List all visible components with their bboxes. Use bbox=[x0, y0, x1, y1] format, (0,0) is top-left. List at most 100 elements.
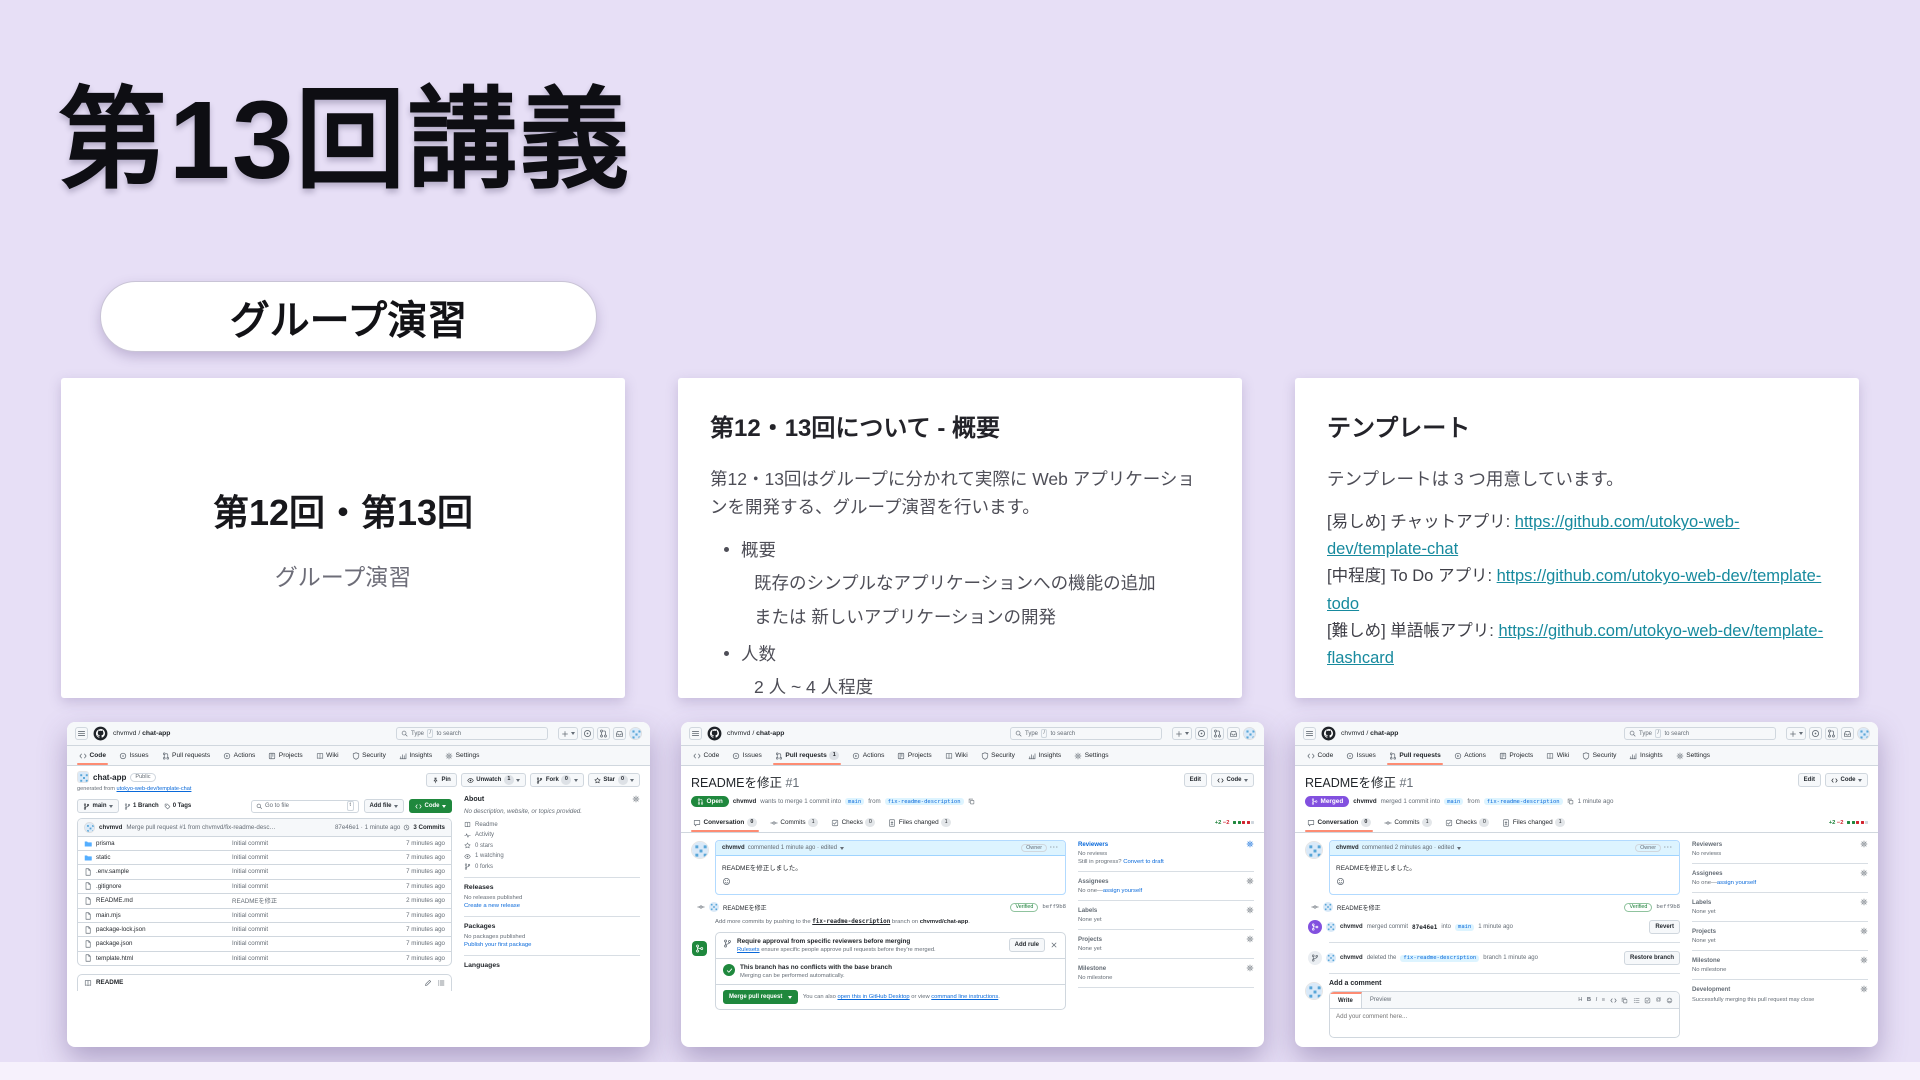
gear-icon[interactable] bbox=[1860, 898, 1868, 906]
commit-entry-hash[interactable]: beff9b8 bbox=[1656, 904, 1680, 910]
italic-icon[interactable]: I bbox=[1596, 997, 1598, 1003]
file-link[interactable]: package.json bbox=[84, 940, 232, 948]
releases-title[interactable]: Releases bbox=[464, 884, 640, 891]
file-link[interactable]: prisma bbox=[84, 840, 232, 848]
search-input[interactable]: Type / to search bbox=[1624, 727, 1776, 740]
tab-actions[interactable]: Actions bbox=[221, 746, 257, 765]
fork-button[interactable]: Fork0 bbox=[530, 773, 584, 787]
tab-checks[interactable]: Checks0 bbox=[1443, 813, 1491, 832]
file-link[interactable]: template.html bbox=[84, 954, 232, 962]
create-new-button[interactable] bbox=[1172, 727, 1192, 740]
tab-conversation[interactable]: Conversation0 bbox=[1305, 813, 1373, 832]
search-input[interactable]: Type / to search bbox=[396, 727, 548, 740]
about-activity-link[interactable]: Activity bbox=[464, 832, 640, 839]
rulesets-link[interactable]: Rulesets bbox=[737, 947, 760, 953]
about-forks-link[interactable]: 0 forks bbox=[464, 863, 640, 870]
gear-icon[interactable] bbox=[1860, 840, 1868, 848]
commit-message[interactable]: Merge pull request #1 from chvmvd/fix-re… bbox=[126, 824, 276, 831]
link-icon[interactable] bbox=[1621, 997, 1628, 1004]
inbox-button[interactable] bbox=[1227, 727, 1240, 740]
pr-author[interactable]: chvmvd bbox=[1353, 798, 1376, 805]
pull-requests-dashboard-button[interactable] bbox=[1211, 727, 1224, 740]
github-desktop-link[interactable]: open this in GitHub Desktop bbox=[837, 994, 909, 1000]
file-commit-message[interactable]: Initial commit bbox=[232, 840, 383, 847]
bold-icon[interactable]: B bbox=[1587, 997, 1591, 1003]
close-icon[interactable] bbox=[1050, 941, 1058, 949]
commit-entry-message[interactable]: READMEを修正 bbox=[723, 903, 767, 912]
gear-icon[interactable] bbox=[1860, 927, 1868, 935]
gear-icon[interactable] bbox=[1860, 985, 1868, 993]
breadcrumb[interactable]: chvmvd / chat-app bbox=[113, 730, 170, 737]
edit-button[interactable]: Edit bbox=[1184, 773, 1207, 787]
file-commit-message[interactable]: Initial commit bbox=[232, 868, 383, 875]
assign-yourself-link[interactable]: assign yourself bbox=[1717, 880, 1756, 886]
pull-requests-dashboard-button[interactable] bbox=[1825, 727, 1838, 740]
hamburger-button[interactable] bbox=[1303, 727, 1316, 740]
repo-name[interactable]: chat-app bbox=[93, 773, 126, 782]
tab-code[interactable]: Code bbox=[77, 746, 108, 765]
code-button[interactable]: Code bbox=[1211, 773, 1254, 787]
restore-branch-button[interactable]: Restore branch bbox=[1624, 951, 1680, 965]
tab-insights[interactable]: Insights bbox=[1627, 746, 1664, 765]
branches-count[interactable]: 1 Branch bbox=[124, 803, 159, 810]
head-branch-chip[interactable]: fix-readme-description bbox=[885, 798, 964, 805]
head-branch-chip[interactable]: fix-readme-description bbox=[1484, 798, 1563, 805]
tab-commits[interactable]: Commits1 bbox=[768, 813, 820, 832]
comment-author[interactable]: chvmvd bbox=[1336, 845, 1359, 851]
publish-package-link[interactable]: Publish your first package bbox=[464, 942, 640, 948]
base-branch-chip[interactable]: main bbox=[1444, 798, 1463, 805]
edit-button[interactable]: Edit bbox=[1798, 773, 1821, 787]
breadcrumb[interactable]: chvmvd / chat-app bbox=[1341, 730, 1398, 737]
tab-settings[interactable]: Settings bbox=[1072, 746, 1110, 765]
tab-wiki[interactable]: Wiki bbox=[1544, 746, 1571, 765]
readme-label[interactable]: README bbox=[96, 979, 123, 986]
github-logo-icon[interactable] bbox=[1321, 726, 1336, 741]
add-rule-button[interactable]: Add rule bbox=[1009, 938, 1045, 952]
gear-icon[interactable] bbox=[1246, 906, 1254, 914]
github-logo-icon[interactable] bbox=[707, 726, 722, 741]
file-commit-message[interactable]: Initial commit bbox=[232, 854, 383, 861]
tab-pull-requests[interactable]: Pull requests bbox=[1387, 746, 1443, 765]
cli-instructions-link[interactable]: command line instructions bbox=[931, 994, 998, 1000]
base-branch-chip[interactable]: main bbox=[845, 798, 864, 805]
issues-dashboard-button[interactable] bbox=[581, 727, 594, 740]
tab-actions[interactable]: Actions bbox=[1452, 746, 1488, 765]
tab-conversation[interactable]: Conversation0 bbox=[691, 813, 759, 832]
breadcrumb[interactable]: chvmvd / chat-app bbox=[727, 730, 784, 737]
code-icon[interactable] bbox=[1610, 997, 1617, 1004]
tab-security[interactable]: Security bbox=[350, 746, 388, 765]
gear-icon[interactable] bbox=[1246, 964, 1254, 972]
gear-icon[interactable] bbox=[1860, 869, 1868, 877]
file-commit-message[interactable]: Initial commit bbox=[232, 883, 383, 890]
tab-insights[interactable]: Insights bbox=[397, 746, 434, 765]
about-watching-link[interactable]: 1 watching bbox=[464, 853, 640, 860]
tab-actions[interactable]: Actions bbox=[850, 746, 886, 765]
quote-icon[interactable]: ≡ bbox=[1602, 997, 1605, 1003]
list-icon[interactable] bbox=[1633, 997, 1640, 1004]
commit-count[interactable]: 3 Commits bbox=[413, 824, 445, 831]
star-button[interactable]: Star0 bbox=[588, 773, 640, 787]
inbox-button[interactable] bbox=[1841, 727, 1854, 740]
file-link[interactable]: .env.sample bbox=[84, 868, 232, 876]
comment-author[interactable]: chvmvd bbox=[722, 845, 745, 851]
gear-icon[interactable] bbox=[1246, 935, 1254, 943]
smiley-icon[interactable] bbox=[722, 877, 731, 886]
packages-title[interactable]: Packages bbox=[464, 923, 640, 930]
generated-from-link[interactable]: utokyo-web-dev/template-chat bbox=[117, 786, 192, 792]
search-input[interactable]: Type / to search bbox=[1010, 727, 1162, 740]
avatar[interactable] bbox=[1857, 727, 1870, 740]
pin-button[interactable]: Pin bbox=[426, 773, 457, 787]
file-link[interactable]: README.md bbox=[84, 897, 232, 905]
copy-icon[interactable] bbox=[1567, 798, 1574, 805]
about-readme-link[interactable]: Readme bbox=[464, 821, 640, 828]
comment-textarea[interactable] bbox=[1330, 1009, 1679, 1035]
tags-count[interactable]: 0 Tags bbox=[164, 803, 192, 810]
tab-pull-requests[interactable]: Pull requests1 bbox=[773, 746, 841, 765]
tab-commits[interactable]: Commits1 bbox=[1382, 813, 1434, 832]
deleted-branch-chip[interactable]: fix-readme-description bbox=[1400, 955, 1479, 962]
tab-write[interactable]: Write bbox=[1330, 992, 1362, 1008]
copy-icon[interactable] bbox=[968, 798, 975, 805]
code-button[interactable]: Code bbox=[1825, 773, 1868, 787]
inbox-button[interactable] bbox=[613, 727, 626, 740]
file-link[interactable]: .gitignore bbox=[84, 882, 232, 890]
